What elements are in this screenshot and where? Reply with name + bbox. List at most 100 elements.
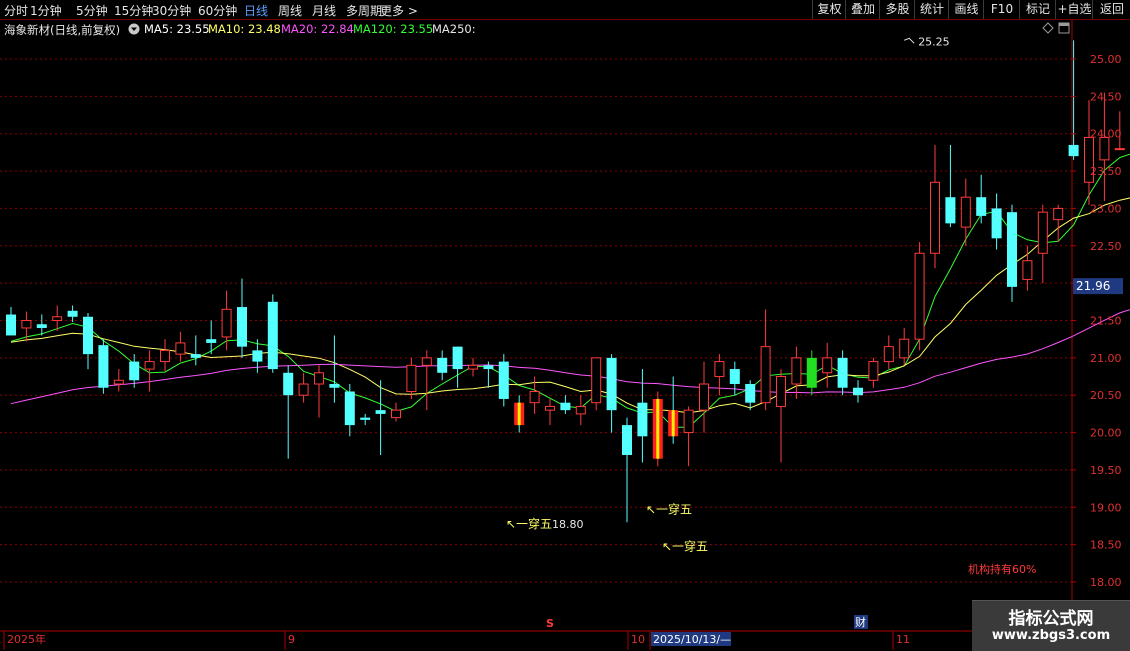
y-tick-label: 25.00 (1090, 53, 1122, 66)
candle-body-up (914, 252, 925, 340)
toolbar-button-1[interactable]: 叠加 (845, 0, 880, 19)
candle-body-down (606, 357, 617, 411)
period-tab-7[interactable]: 周线 (278, 2, 302, 19)
period-tab-8[interactable]: 月线 (312, 2, 336, 19)
watermark-logo: 指标公式网 www.zbgs3.com (972, 600, 1130, 651)
y-tick-label: 24.00 (1090, 128, 1122, 141)
toolbar-button-8[interactable]: 返回 (1092, 0, 1130, 19)
candle-body-up (714, 361, 725, 378)
period-toolbar: 分时 1分钟 5分钟 15分钟 30分钟 60分钟 日线 周线 月线 多周期 更多 > 复权 叠加 多股统… (0, 0, 1130, 20)
high-pointer (904, 37, 915, 44)
candle-body-up (314, 372, 324, 385)
candle-body-up (575, 405, 586, 415)
period-tab-6[interactable]: 日线 (244, 2, 268, 19)
candle-body-up (791, 357, 802, 385)
candle-body-down (729, 369, 740, 385)
toolbar-button-5[interactable]: F10 (983, 0, 1020, 19)
candle-body-up (1053, 207, 1064, 221)
candle-body-up (160, 349, 170, 363)
candle-body-up (52, 316, 63, 321)
candle-body-down (498, 361, 509, 399)
candle-body-down (1068, 144, 1079, 157)
candle-body-down (252, 350, 263, 362)
candle-body-down (375, 410, 386, 414)
candle-body-down (360, 417, 371, 420)
candle-body-up (1022, 260, 1033, 280)
candle-body-down (437, 357, 448, 373)
candle-body-up (391, 409, 401, 419)
chart-grid (0, 20, 1130, 632)
y-tick-label: 23.50 (1090, 165, 1122, 178)
candle-body-up (1037, 211, 1048, 254)
toolbar-button-6[interactable]: 标记 (1019, 0, 1056, 19)
y-tick-label: 18.50 (1090, 539, 1122, 552)
candle-body-down (6, 314, 16, 336)
candle-body-down (67, 310, 78, 317)
crosshair-date-label: 2025/10/13/— (653, 633, 731, 646)
candle-body-up (529, 390, 540, 404)
period-tab-3[interactable]: 15分钟 (114, 2, 153, 19)
x-label: 11 (896, 633, 910, 646)
x-label: 2025年 (7, 632, 46, 646)
moving-average-lines (10, 153, 1130, 428)
candle-body-up (1099, 136, 1110, 161)
candle-body-down (98, 345, 109, 388)
candle-body-up (822, 357, 833, 374)
date-axis: 2025年 9 10 2025/10/13/— 11 (3, 631, 910, 650)
candle-body-down (837, 357, 848, 388)
y-tick-label: 22.50 (1090, 240, 1122, 253)
toolbar-button-0[interactable]: 复权 (812, 0, 846, 19)
candle-body-down (745, 384, 756, 403)
candle-body-down (637, 402, 648, 437)
candle-body-up (175, 342, 186, 355)
candle-body-down (283, 372, 294, 396)
y-tick-label: 21.50 (1090, 315, 1122, 328)
candle-body-down (206, 339, 217, 343)
y-tick-label: 19.50 (1090, 464, 1122, 477)
signal-label-2: ↖一穿五 (662, 539, 708, 554)
price-axis: 25.0024.5024.0023.5023.0022.5022.0021.50… (1072, 53, 1123, 589)
candle-body-down (452, 346, 463, 370)
signal-candle-stripe (517, 402, 521, 426)
signal-label-1: ↖一穿五 (646, 501, 692, 516)
candle-body-down (945, 197, 956, 224)
toolbar-button-3[interactable]: 统计 (914, 0, 949, 19)
period-tab-9[interactable]: 多周期 (346, 2, 382, 19)
toolbar-button-7[interactable]: +自选 (1055, 0, 1093, 19)
toolbar-button-2[interactable]: 多股 (879, 0, 915, 19)
candle-body-up (960, 196, 971, 228)
signal-candle-stripe (656, 398, 660, 459)
candle-body-up (406, 364, 417, 392)
chart-annotations: 25.2518.80↖一穿五↖一穿五↖一穿五机构持有60%S 财 (506, 35, 1036, 630)
candle-body-up (1114, 148, 1125, 151)
period-tab-4[interactable]: 30分钟 (152, 2, 191, 19)
period-tab-2[interactable]: 5分钟 (76, 2, 108, 19)
y-tick-label: 19.00 (1090, 501, 1122, 514)
period-tab-0[interactable]: 分时 (4, 2, 28, 19)
toolbar-button-4[interactable]: 画线 (948, 0, 984, 19)
candle-body-up (298, 383, 309, 396)
candle-body-up (591, 357, 602, 404)
ma5-line (10, 153, 1130, 428)
candle-body-down (267, 301, 278, 370)
candle-body-up (868, 361, 879, 381)
candle-body-down (806, 357, 817, 388)
candle-body-up (899, 338, 910, 359)
y-tick-label: 24.50 (1090, 90, 1122, 103)
y-tick-label: 20.50 (1090, 389, 1122, 402)
candle-body-up (468, 364, 478, 370)
y-tick-label: 23.00 (1090, 202, 1122, 215)
low-price-label: 18.80 (552, 518, 584, 531)
candle-body-down (329, 384, 340, 388)
period-tab-1[interactable]: 1分钟 (30, 2, 62, 19)
current-price-label: 21.96 (1076, 279, 1110, 293)
period-tab-10[interactable]: 更多 > (380, 2, 418, 19)
candle-body-up (930, 181, 940, 254)
kline-chart[interactable]: 25.0024.5024.0023.5023.0022.5022.0021.50… (0, 20, 1130, 650)
y-tick-label: 18.00 (1090, 576, 1122, 589)
period-tab-5[interactable]: 60分钟 (198, 2, 237, 19)
s-marker: S (546, 617, 554, 630)
candle-body-down (622, 425, 632, 455)
candle-body-down (129, 361, 140, 381)
candle-body-down (190, 354, 201, 358)
